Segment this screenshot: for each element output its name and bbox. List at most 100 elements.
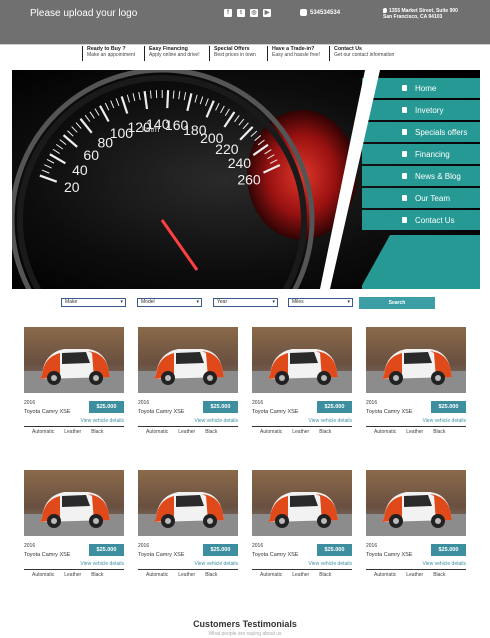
vehicle-card[interactable]: 2016 Toyota Camry XSE $25.000 View vehicle … [138, 327, 238, 439]
gauge-tick [166, 90, 170, 109]
vehicle-card[interactable]: 2016 Toyota Camry XSE $25.000 View vehicle … [24, 470, 124, 582]
vehicle-specs: Automatic Leather Black [32, 572, 103, 578]
vehicle-image[interactable] [252, 327, 352, 393]
vehicle-specs: Automatic Leather Black [260, 572, 331, 578]
spec-interior: Leather [64, 429, 82, 435]
divider [138, 569, 238, 570]
facebook-icon[interactable]: f [224, 9, 232, 17]
vehicle-specs: Automatic Leather Black [146, 572, 217, 578]
testimonials-subtitle: What people are saying about us [208, 631, 282, 637]
youtube-icon[interactable]: ▶ [263, 9, 271, 17]
spec-transmission: Automatic [260, 572, 283, 578]
view-details-link[interactable]: View vehicle details [422, 561, 466, 567]
spec-color: Black [319, 572, 332, 578]
miles-select[interactable]: Miles [288, 298, 353, 307]
info-trade-in[interactable]: Have a Trade-in? Easy and hassle free! [267, 46, 320, 61]
info-ready-to-buy[interactable]: Ready to Buy ? Make an appointment [82, 46, 135, 61]
vehicle-card[interactable]: 2016 Toyota Camry XSE $25.000 View vehicle … [366, 327, 466, 439]
view-details-link[interactable]: View vehicle details [80, 561, 124, 567]
view-details-link[interactable]: View vehicle details [308, 418, 352, 424]
vehicle-year: 2016 [366, 543, 378, 549]
price-badge: $25.000 [317, 401, 352, 413]
vehicle-card[interactable]: 2016 Toyota Camry XSE $25.000 View vehicle … [252, 470, 352, 582]
vehicle-name[interactable]: Toyota Camry XSE [138, 409, 184, 415]
view-details-link[interactable]: View vehicle details [194, 561, 238, 567]
info-subtitle: Easy and hassle free! [272, 52, 321, 58]
gauge-label: 40 [72, 162, 88, 178]
divider [252, 569, 352, 570]
vehicle-specs: Automatic Leather Black [32, 429, 103, 435]
lock-icon [402, 129, 407, 135]
menu-label: Financing [415, 149, 450, 159]
address-text: 1355 Market Street, Suite 900 San Franci… [383, 8, 458, 20]
twitter-icon[interactable]: t [237, 9, 245, 17]
vehicle-year: 2016 [24, 543, 36, 549]
view-details-link[interactable]: View vehicle details [422, 418, 466, 424]
price-badge: $25.000 [431, 544, 466, 556]
top-header: Please upload your logo f t ◎ ▶ 53453453… [0, 0, 490, 44]
vehicle-image[interactable] [366, 470, 466, 536]
model-select[interactable]: Model [137, 298, 202, 307]
menu-label: Contact Us [415, 215, 455, 225]
vehicle-image[interactable] [138, 327, 238, 393]
vehicle-card[interactable]: 2016 Toyota Camry XSE $25.000 View vehicle … [252, 327, 352, 439]
spec-transmission: Automatic [374, 572, 397, 578]
vehicle-name[interactable]: Toyota Camry XSE [252, 552, 298, 558]
search-button[interactable]: Search [359, 297, 435, 309]
vehicle-specs: Automatic Leather Black [374, 572, 445, 578]
vehicle-year: 2016 [138, 543, 150, 549]
spec-interior: Leather [64, 572, 82, 578]
vehicle-card[interactable]: 2016 Toyota Camry XSE $25.000 View vehicle … [138, 470, 238, 582]
vehicle-image[interactable] [138, 470, 238, 536]
view-details-link[interactable]: View vehicle details [80, 418, 124, 424]
vehicle-image[interactable] [366, 327, 466, 393]
make-select[interactable]: Make [61, 298, 126, 307]
vehicle-name[interactable]: Toyota Camry XSE [252, 409, 298, 415]
price-badge: $25.000 [203, 401, 238, 413]
info-easy-financing[interactable]: Easy Financing Apply online and drive! [144, 46, 200, 61]
vehicle-name[interactable]: Toyota Camry XSE [366, 552, 412, 558]
divider [138, 426, 238, 427]
vehicle-image[interactable] [252, 470, 352, 536]
vehicle-image[interactable] [24, 470, 124, 536]
instagram-icon[interactable]: ◎ [250, 9, 258, 17]
logo-placeholder[interactable]: Please upload your logo [30, 8, 137, 19]
vehicle-name[interactable]: Toyota Camry XSE [366, 409, 412, 415]
spec-interior: Leather [406, 572, 424, 578]
divider [0, 44, 490, 45]
spec-color: Black [205, 429, 218, 435]
vehicle-card[interactable]: 2016 Toyota Camry XSE $25.000 View vehicle … [366, 470, 466, 582]
price-badge: $25.000 [203, 544, 238, 556]
gauge-tick [149, 90, 152, 99]
info-subtitle: Make an appointment [87, 52, 136, 58]
vehicle-card[interactable]: 2016 Toyota Camry XSE $25.000 View vehicle … [24, 327, 124, 439]
spec-transmission: Automatic [146, 429, 169, 435]
spec-transmission: Automatic [146, 572, 169, 578]
info-strip: Ready to Buy ? Make an appointment Easy … [0, 44, 490, 62]
vehicle-specs: Automatic Leather Black [146, 429, 217, 435]
vehicle-name[interactable]: Toyota Camry XSE [138, 552, 184, 558]
phone-number: 534534534 [310, 9, 341, 16]
divider [252, 426, 352, 427]
info-subtitle: Get our contact information [334, 52, 395, 58]
info-contact-us[interactable]: Contact Us Get our contact information [329, 46, 394, 61]
lock-icon [402, 173, 407, 179]
view-details-link[interactable]: View vehicle details [308, 561, 352, 567]
phone-contact[interactable]: 534534534 [300, 9, 340, 16]
spec-interior: Leather [178, 572, 196, 578]
spec-interior: Leather [292, 429, 310, 435]
price-badge: $25.000 [431, 401, 466, 413]
vehicle-name[interactable]: Toyota Camry XSE [24, 552, 70, 558]
vehicle-name[interactable]: Toyota Camry XSE [24, 409, 70, 415]
lock-icon [402, 85, 407, 91]
year-select[interactable]: Year [213, 298, 278, 307]
gauge-label: 240 [228, 155, 252, 171]
info-special-offers[interactable]: Special Offers Best prices in town [209, 46, 256, 61]
price-badge: $25.000 [89, 544, 124, 556]
divider [24, 426, 124, 427]
vehicle-image[interactable] [24, 327, 124, 393]
view-details-link[interactable]: View vehicle details [194, 418, 238, 424]
spec-color: Black [91, 572, 104, 578]
social-links: f t ◎ ▶ [224, 9, 271, 17]
menu-label: Our Team [415, 193, 450, 203]
